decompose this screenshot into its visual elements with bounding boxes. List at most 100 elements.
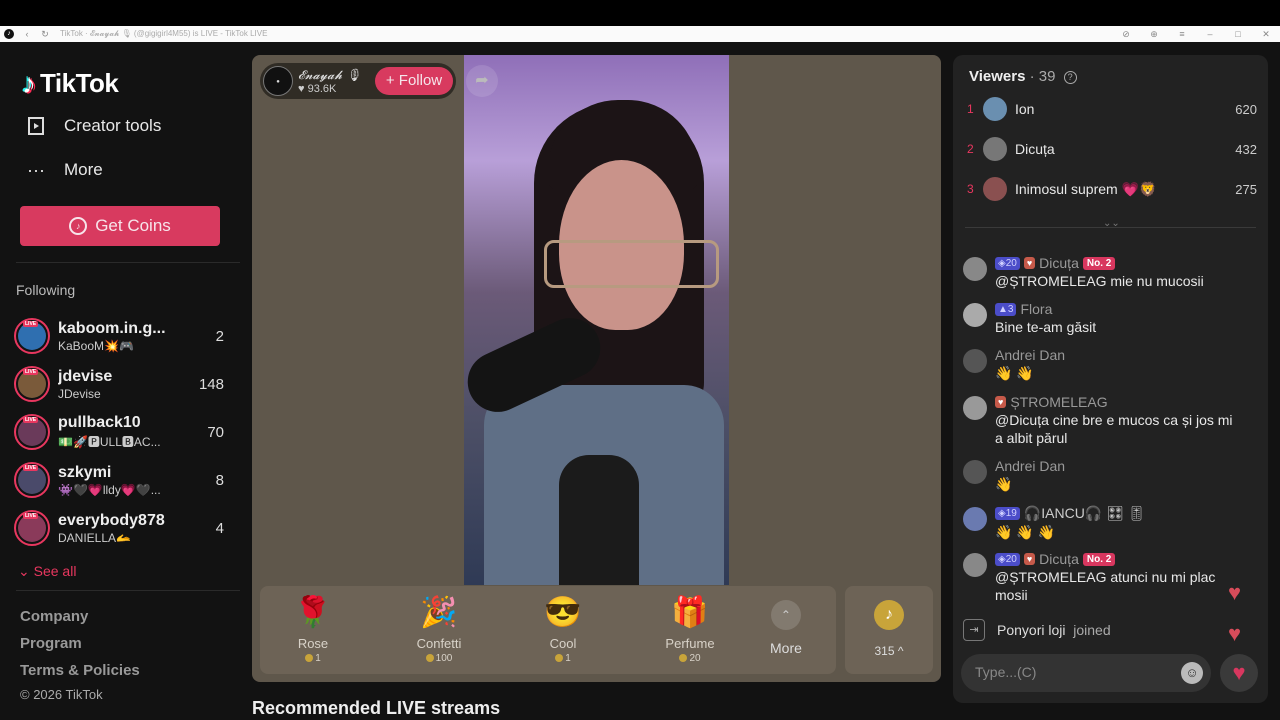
avatar[interactable] [963, 303, 987, 327]
minimize-icon[interactable]: – [1196, 29, 1224, 39]
coin-balance: 315 ^ [874, 644, 904, 658]
chat-input[interactable] [975, 664, 1175, 680]
coin-balance-button[interactable]: ♪ 315 ^ [845, 586, 933, 674]
maximize-icon[interactable]: □ [1224, 29, 1252, 39]
avatar[interactable] [963, 553, 987, 577]
rose-icon: 🌹 [294, 596, 332, 629]
joined-user[interactable]: Ponyori loji [997, 622, 1065, 638]
chat-panel: Viewers · 39 ? 1 Ion 620 2 Dicuța 432 3 … [953, 55, 1268, 703]
gift-confetti[interactable]: 🎉 Confetti 100 [394, 594, 484, 664]
see-all-link[interactable]: ⌄ See all [18, 563, 76, 580]
chat-user[interactable]: Dicuța [1039, 255, 1079, 271]
copyright: © 2026 TikTok [20, 687, 103, 702]
chat-user[interactable]: ȘTROMELEAG [1010, 394, 1107, 410]
avatar: LIVE [14, 510, 50, 546]
live-stage: ● 𝓔𝓷𝓪𝔂𝓪𝓱 🎙 ♥ 93.6K + Follow ➦ 🌹 Rose 1 🎉… [252, 55, 941, 682]
host-avatar[interactable]: ● [263, 66, 293, 96]
avatar[interactable] [963, 507, 987, 531]
footer-company[interactable]: Company [20, 608, 140, 635]
viewer-name: Ion [1015, 101, 1035, 117]
chat-message: Andrei Dan 👋 👋 [963, 347, 1243, 382]
nav-creator-tools[interactable]: Creator tools [24, 114, 161, 138]
live-badge: LIVE [23, 369, 39, 375]
viewer-row[interactable]: 1 Ion 620 [967, 95, 1257, 123]
following-item[interactable]: LIVE everybody878 DANIELLA🫴 4 [14, 504, 230, 552]
footer-terms[interactable]: Terms & Policies [20, 662, 140, 689]
gift-price: 100 [435, 653, 453, 664]
gift-price: 20 [689, 653, 701, 664]
menu-icon[interactable]: ≡ [1168, 29, 1196, 39]
chat-text: Bine te-am găsit [995, 319, 1097, 335]
avatar [983, 137, 1007, 161]
avatar[interactable] [963, 257, 987, 281]
viewers-title: Viewers [969, 68, 1026, 85]
zoom-icon[interactable]: ⊕ [1140, 29, 1168, 40]
avatar[interactable] [963, 396, 987, 420]
following-item[interactable]: LIVE jdevise JDevise 148 [14, 360, 230, 408]
gift-name: Cool [549, 636, 577, 651]
viewer-count: 2 [215, 327, 224, 345]
live-badge: LIVE [23, 321, 39, 327]
back-icon[interactable]: ‹ [22, 29, 32, 39]
gift-price: 1 [565, 653, 571, 664]
reload-icon[interactable]: ↻ [40, 29, 50, 40]
gift-cool[interactable]: 😎 Cool 1 [518, 594, 608, 664]
following-item[interactable]: LIVE szkymi 👾🖤💗lldy💗🖤... 8 [14, 456, 230, 504]
host-name[interactable]: 𝓔𝓷𝓪𝔂𝓪𝓱 🎙 [298, 68, 361, 83]
avatar[interactable] [963, 349, 987, 373]
chat-text: @ȘTROMELEAG atunci nu mi plac mosii [995, 569, 1216, 603]
following-item[interactable]: LIVE kaboom.in.g... KaBooM💥🎮 2 [14, 312, 230, 360]
chat-message: ♥ ȘTROMELEAG @Dicuța cine bre e mucos ca … [963, 394, 1243, 447]
coin-icon [555, 654, 564, 663]
enter-icon: ⇥ [963, 619, 985, 641]
joined-message: ⇥ Ponyori loji joined [963, 619, 1111, 641]
top-bar [0, 0, 1280, 26]
viewers-count: · 39 [1029, 68, 1056, 85]
viewer-score: 432 [1235, 141, 1257, 157]
video-figure-glasses [544, 240, 719, 288]
help-icon[interactable]: ? [1063, 70, 1077, 84]
following-sub: KaBooM💥🎮 [58, 338, 134, 353]
emoji-icon[interactable]: ☺ [1181, 662, 1203, 684]
sidebar: ♪ TikTok Creator tools ··· More ♪ Get Co… [0, 42, 252, 720]
following-name: szkymi [58, 463, 112, 481]
gift-price: 1 [315, 653, 321, 664]
gift-perfume[interactable]: 🎁 Perfume 20 [645, 594, 735, 664]
chat-user[interactable]: Flora [1020, 301, 1052, 317]
chevron-up-icon: ⌃ [770, 600, 801, 630]
fan-badge: ♥ [995, 396, 1007, 408]
following-list: LIVE kaboom.in.g... KaBooM💥🎮 2 LIVE jdevi… [14, 312, 230, 552]
chat-user[interactable]: 🎧IANCU🎧 🎛 🎚 [1024, 505, 1146, 522]
recommended-title: Recommended LIVE streams [252, 698, 501, 718]
get-coins-button[interactable]: ♪ Get Coins [20, 206, 220, 246]
tiktok-logo[interactable]: ♪ TikTok [22, 68, 119, 99]
close-icon[interactable]: ✕ [1252, 29, 1280, 40]
chat-text: 👋 👋 👋 [995, 524, 1056, 540]
viewer-row[interactable]: 2 Dicuța 432 [967, 135, 1257, 163]
viewer-row[interactable]: 3 Inimosul suprem 💗🦁 275 [967, 175, 1257, 203]
chat-user[interactable]: Dicuța [1039, 551, 1079, 567]
following-name: pullback10 [58, 414, 141, 431]
following-item[interactable]: LIVE pullback10 💵🚀🅿ULL🅱AC... 70 [14, 408, 230, 456]
avatar [983, 177, 1007, 201]
avatar[interactable] [963, 460, 987, 484]
live-video[interactable] [464, 55, 729, 585]
chat-user[interactable]: Andrei Dan [995, 458, 1065, 474]
avatar: LIVE [14, 462, 50, 498]
more-gifts-button[interactable]: ⌃ More [770, 600, 802, 656]
like-heart-button[interactable]: ♥ [1220, 654, 1258, 692]
follow-button[interactable]: + Follow [375, 67, 453, 95]
gift-rose[interactable]: 🌹 Rose 1 [268, 594, 358, 664]
nav-more[interactable]: ··· More [24, 158, 103, 182]
gift-name: Rose [297, 636, 329, 651]
live-badge: LIVE [23, 465, 39, 471]
chat-user[interactable]: Andrei Dan [995, 347, 1065, 363]
avatar: LIVE [14, 318, 50, 354]
following-sub: 💵🚀🅿ULL🅱AC... [58, 435, 161, 449]
share-icon[interactable]: ➦ [466, 65, 498, 97]
footer-program[interactable]: Program [20, 635, 140, 662]
extension-icon[interactable]: ⊘ [1112, 29, 1140, 40]
divider [16, 262, 240, 263]
more-gifts-label: More [770, 640, 802, 656]
host-likes: ♥ 93.6K [298, 82, 337, 95]
